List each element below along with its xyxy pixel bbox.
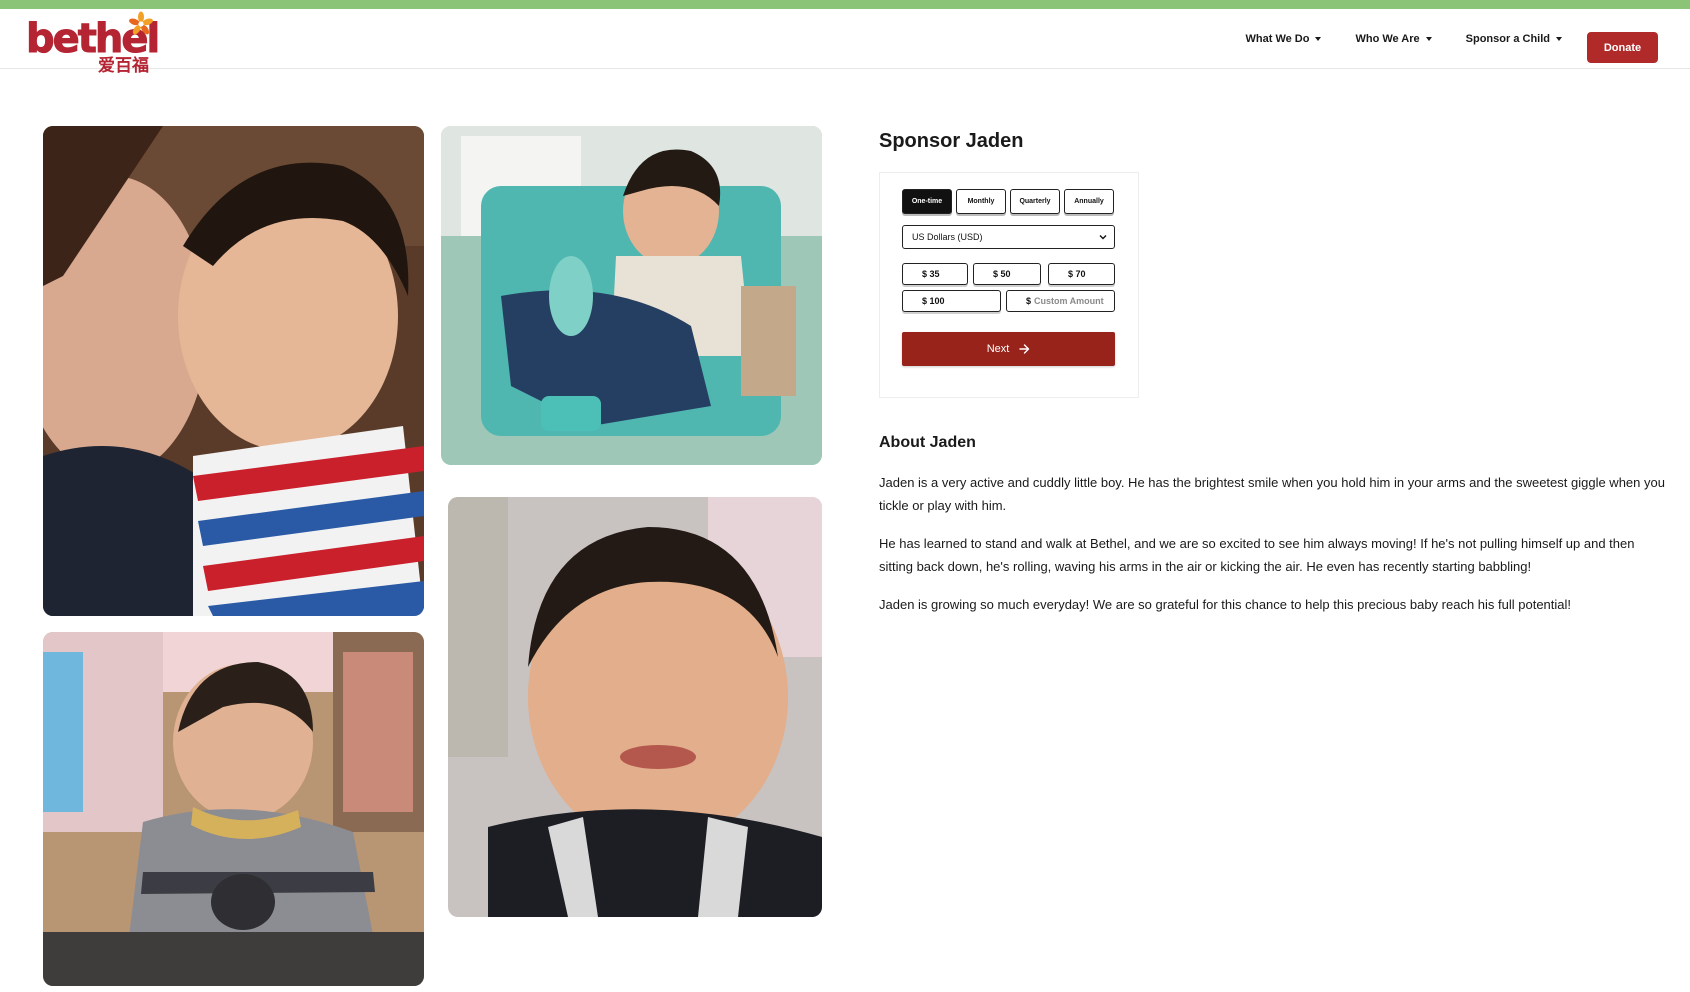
caret-down-icon [1425,37,1432,41]
site-header: bethel 爱百福 What We Do Who We Are Sponsor… [0,9,1690,75]
custom-amount-placeholder: Custom Amount [1034,296,1104,306]
frequency-annually[interactable]: Annually [1064,189,1114,214]
main-nav: What We Do Who We Are Sponsor a Child [1246,33,1562,45]
photo-hug-image [43,126,424,616]
amount-100[interactable]: $ 100 [902,290,1001,312]
nav-label: Who We Are [1355,33,1420,45]
chevron-down-icon [1099,235,1107,240]
frequency-selector: One-time Monthly Quarterly Annually [902,189,1114,214]
photo-sweater-image [43,632,424,986]
about-paragraph: Jaden is a very active and cuddly little… [879,475,1665,513]
nav-label: What We Do [1245,33,1310,45]
arrow-right-icon [1019,344,1030,354]
frequency-one-time[interactable]: One-time [902,189,952,214]
sponsor-title: Sponsor Jaden [879,130,1024,152]
nav-what-we-do[interactable]: What We Do [1246,33,1322,45]
donate-button[interactable]: Donate [1587,32,1658,63]
currency-select[interactable]: US Dollars (USD) [902,225,1115,249]
photo-portrait-image [448,497,822,917]
custom-amount-input[interactable]: $ Custom Amount [1006,290,1115,312]
about-paragraph: He has learned to stand and walk at Beth… [879,536,1635,574]
photo-jaden-hug [43,126,424,616]
caret-down-icon [1556,37,1562,41]
photo-jaden-sweater [43,632,424,986]
bethel-logo[interactable]: bethel 爱百福 [25,11,161,79]
photo-jaden-portrait [448,497,822,917]
amount-50[interactable]: $ 50 [973,263,1041,285]
amount-70[interactable]: $ 70 [1048,263,1115,285]
nav-sponsor-a-child[interactable]: Sponsor a Child [1466,33,1562,45]
currency-value: US Dollars (USD) [912,232,983,242]
photo-jaden-chair [441,126,822,465]
next-button[interactable]: Next [902,332,1115,366]
logo-chinese-text: 爱百福 [98,56,149,75]
flower-icon [129,11,153,35]
nav-label: Sponsor a Child [1465,33,1550,45]
caret-down-icon [1315,37,1322,41]
nav-who-we-are[interactable]: Who We Are [1355,33,1432,45]
about-title: About Jaden [879,434,976,451]
frequency-monthly[interactable]: Monthly [956,189,1006,214]
frequency-quarterly[interactable]: Quarterly [1010,189,1060,214]
custom-currency-symbol: $ [1026,296,1032,306]
amount-35[interactable]: $ 35 [902,263,968,285]
next-label: Next [986,343,1010,355]
donation-form: One-time Monthly Quarterly Annually US D… [879,172,1139,398]
about-paragraph: Jaden is growing so much everyday! We ar… [879,597,1572,612]
photo-chair-image [441,126,822,465]
top-accent-strip [0,0,1690,9]
